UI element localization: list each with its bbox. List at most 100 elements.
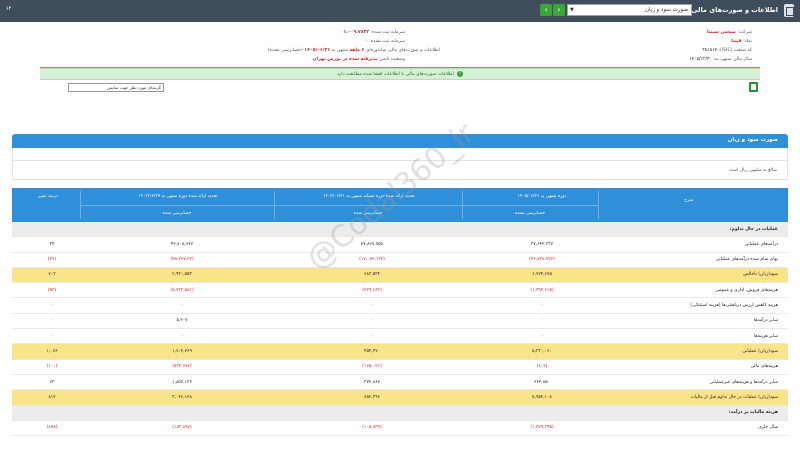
table-row: بهای تمام شده درآمدهای عملیاتی (۲۲,۷۳۷,۷۳…	[12, 253, 788, 268]
table-row: سود(زیان) ناخالص ۶,۷۲۴,۶۷۵ ۶۸۳,۵۳۴ ۲,۹۳۰,۵۵…	[12, 267, 788, 284]
cell-c3: ۴۲,۷۰۸,۶۷۷	[170, 241, 194, 247]
cell-c2: ۳۷۲,۸۶۷	[364, 379, 380, 385]
company-value: صنعتی سپنتا	[706, 30, 736, 35]
cell-c4: ۶۳	[49, 379, 55, 385]
cell-c1: ۰	[540, 333, 544, 339]
cell-c2: (۲۲۹,۶۶۳)	[362, 287, 382, 293]
cell-c2: ۰	[370, 333, 374, 339]
unregistered-capital-value: ۰	[365, 39, 368, 44]
cell-c1: ۶,۷۲۴,۶۷۵	[532, 272, 552, 278]
unit-note: مبالغ به میلیون ریال است	[728, 168, 777, 173]
cell-c1: ۵,۹۵۲,۱۰۸	[532, 394, 552, 400]
verification-notice: iاطلاعات صورت‌های مالی با اطلاعات افشا ش…	[40, 68, 760, 80]
period-end-label: منتهی به	[331, 48, 348, 53]
cell-c4: (۱۰۰)	[46, 364, 58, 370]
row-title: هزینه‌های مالی	[750, 364, 778, 370]
cell-c1: ۳۷,۶۴۲,۳۳۷	[530, 241, 554, 247]
cell-c3: ۰	[180, 303, 184, 308]
row-title: هزینه مالیات بر درآمد:	[728, 410, 778, 416]
cell-c4: ۱,۰۷۶	[46, 348, 58, 354]
table-row: هزینه مالیات بر درآمد:	[12, 405, 788, 421]
cell-c1: ۵,۳۳۰,۰۶۰	[532, 348, 552, 354]
table-row: سایر هزینه‌ها ۰ ۰ ۰ ۰	[12, 329, 788, 345]
col3-header: تجدید ارائه شده دوره منتهی به ۱۴۰۲/۱۲/۲۹	[138, 194, 218, 199]
fiscal-year-value: ۱۴۰۵/۱۲/۳۰	[689, 57, 712, 62]
col4-header: درصد تغییر	[38, 194, 58, 199]
table-row: سایر درآمدها و هزینه‌های غیرعملیاتی ۶۲۲,۸…	[12, 375, 788, 391]
fiscal-year-label: سال مالی منتهی به:	[713, 57, 752, 62]
status-label: وضعیت ناشر:	[378, 57, 405, 62]
view-count: ۶۴	[6, 6, 12, 12]
symbol-value: فپنتا	[731, 39, 742, 44]
cell-c3: (۴۵,۷۷۷,۲۳)	[170, 257, 194, 263]
report-type-select[interactable]: صورت سود و زیان ▼	[567, 4, 692, 16]
col3-subheader: حسابرسی شده	[162, 211, 192, 216]
next-arrow-button[interactable]: ›	[553, 4, 565, 16]
table-row: هزینه‌های فروش، اداری و عمومی (۱,۳۹۴,۶۱۵)…	[12, 283, 788, 299]
row-title: سال جاری	[758, 425, 778, 431]
cell-c1: (۱,۳۷۹,۳۹۵)	[530, 425, 554, 431]
row-title: درآمدهای عملیاتی	[744, 241, 778, 247]
cell-c3: (۱۵۳,۸۹۷)	[172, 425, 192, 431]
table-row: درآمدهای عملیاتی ۳۷,۶۴۲,۳۳۷ ۲۷,۸۶۷,۷۵۸ ۴۲,۷…	[12, 237, 788, 253]
cell-c1: (۸۰۲)	[536, 364, 548, 370]
cell-c3: ۳,۰۲۶,۱۲۸	[172, 394, 192, 400]
cell-c4: ۰	[50, 333, 54, 339]
cell-c3: ۲,۹۳۰,۵۵۳	[172, 272, 192, 278]
isic-value: ۲۸۱۸۱۷	[702, 48, 718, 53]
table-row: سود(زیان) عملیات در حال تداوم قبل از مال…	[12, 390, 788, 406]
cell-c3: ۱,۷۰۲,۷۶۹	[172, 348, 192, 354]
cell-c2: ۶۵۲,۳۹۶	[364, 394, 380, 400]
table-row: هزینه کاهش ارزش دریافتنی‌ها (هزینه استثن…	[12, 299, 788, 314]
excel-export-icon[interactable]	[749, 82, 758, 92]
cell-c2: ۴۵۴,۳۷۰	[364, 348, 380, 354]
top-bar: اطلاعات و صورت‌های مالی میاندوره‌ای صورت…	[0, 0, 800, 22]
table-row: عملیات در حال تداوم:	[12, 222, 788, 238]
chevron-down-icon: ▼	[570, 7, 574, 13]
cell-c4: (۸۹۸)	[46, 425, 58, 431]
row-title: سود(زیان) عملیات در حال تداوم قبل از مال…	[690, 394, 778, 400]
search-input[interactable]: گزینه‌ای مورد نظر جهت نمایش	[68, 83, 164, 92]
report-type-label: اطلاعات و صورت‌های مالی میاندوره‌ای	[365, 48, 440, 53]
cell-c4: ۷۰۳	[48, 272, 56, 278]
cell-c4: (۵۳)	[47, 287, 57, 293]
period-label: ۶ ماهه	[349, 48, 365, 53]
cell-c3: (۵,۷۳۳,۵۸۱)	[170, 287, 194, 293]
cell-c2: (۱۰۵,۷۳۹)	[362, 425, 382, 431]
cell-c4: ۰	[50, 318, 54, 324]
capital-label: سرمایه ثبت شده:	[370, 30, 405, 35]
cell-c4: ۳۴	[49, 241, 55, 247]
row-title: سود(زیان) ناخالص	[743, 272, 778, 278]
cell-c1: (۱,۳۹۴,۶۱۵)	[530, 287, 554, 293]
cell-c3: (۵۳۲,۷۷۷)	[172, 364, 192, 370]
period-end-value: ۱۴۰۵/۰۶/۳۱	[304, 48, 331, 53]
row-title: هزینه کاهش ارزش دریافتنی‌ها (هزینه استثن…	[690, 303, 778, 308]
status-value: پذیرفته شده در بورس تهران	[312, 57, 378, 62]
row-title: سایر درآمدها و هزینه‌های غیرعملیاتی	[709, 379, 778, 385]
cell-c1: ۰	[540, 318, 544, 324]
section-title: صورت سود و زیان	[727, 137, 778, 143]
cell-c4: ۰	[50, 303, 54, 308]
audit-status: (حسابرسی نشده)	[267, 48, 303, 53]
symbol-label: نماد:	[743, 39, 752, 44]
cell-c3: ۵,۲۰۷	[176, 318, 188, 324]
row-title: سایر درآمدها	[753, 318, 778, 324]
notice-text: اطلاعات صورت‌های مالی با اطلاعات افشا شد…	[337, 72, 454, 77]
cell-c3: ۰	[180, 333, 184, 339]
capital-value: ۱،۰۰۹،۷۸۳۲	[343, 30, 370, 35]
cell-c2: ۰	[370, 303, 374, 308]
row-title: عملیات در حال تداوم:	[729, 226, 778, 232]
report-select-value: صورت سود و زیان	[644, 7, 688, 13]
prev-arrow-button[interactable]: ‹	[540, 4, 552, 16]
cell-c2: ۰	[370, 318, 374, 324]
cell-c1: ۶۲۲,۸۵۰	[534, 379, 550, 385]
table-row: سود(زیان) عملیاتی ۵,۳۳۰,۰۶۰ ۴۵۴,۳۷۰ ۱,۷۰۲,۷…	[12, 344, 788, 360]
cell-c1: ۰	[540, 303, 544, 308]
cell-c4: ۸۱۲	[48, 394, 56, 400]
cell-c2: ۶۸۳,۵۳۴	[364, 272, 380, 278]
row-title: سایر هزینه‌ها	[754, 333, 778, 339]
row-title: سود(زیان) عملیاتی	[742, 348, 778, 354]
cell-c4: (۳۷)	[47, 257, 57, 263]
company-label: شرکت:	[737, 30, 752, 35]
row-title: بهای تمام شده درآمدهای عملیاتی	[715, 257, 778, 263]
